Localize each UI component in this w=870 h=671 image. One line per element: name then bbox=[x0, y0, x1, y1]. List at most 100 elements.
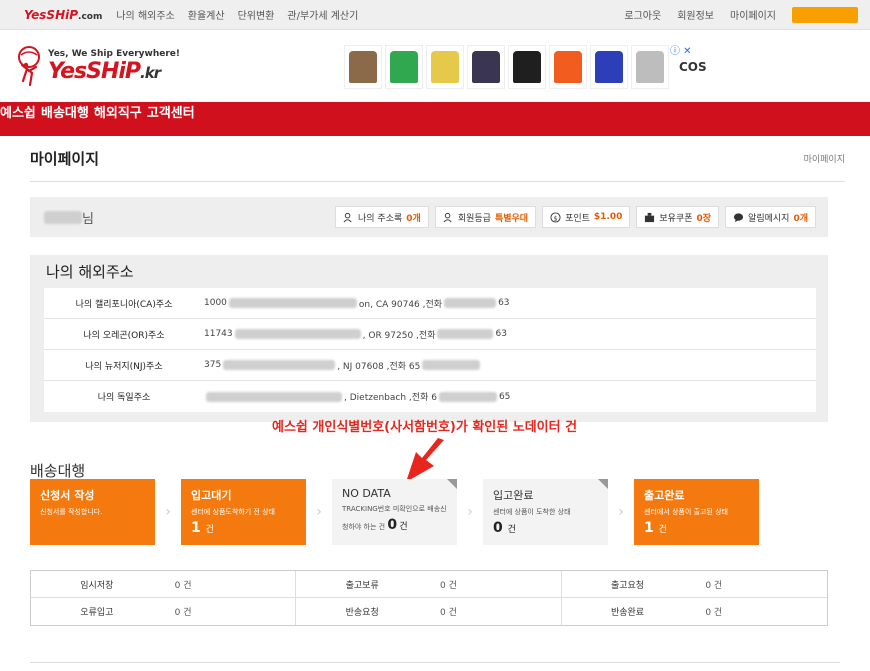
address-end: 65 bbox=[498, 391, 511, 402]
nav-item-customer-center[interactable]: 고객센터 bbox=[147, 106, 195, 121]
address-row-ca: 나의 캘리포니아(CA)주소 1000 on, CA 90746 ,전화 63 bbox=[44, 288, 816, 319]
status-value[interactable]: 0 건 bbox=[163, 571, 297, 597]
status-value[interactable]: 0 건 bbox=[693, 571, 827, 597]
step-count-unit: 건 bbox=[399, 521, 408, 532]
shirt-icon bbox=[349, 51, 377, 83]
chip-label: 알림메시지 bbox=[748, 213, 790, 224]
address-book-icon bbox=[343, 212, 352, 222]
status-value[interactable]: 0 건 bbox=[428, 571, 562, 597]
site-logo[interactable]: Yes, We Ship Everywhere! YesSHiP.kr bbox=[14, 45, 180, 87]
ad-banner[interactable]: COS ⓘ ✕ bbox=[344, 42, 707, 92]
mypage-link[interactable]: 마이페이지 bbox=[730, 7, 776, 22]
step-application[interactable]: 신청서 작성 신청서를 작성합니다. bbox=[30, 479, 155, 545]
step-waiting[interactable]: 입고대기 센터에 상품도착하기 전 상태 1 건 bbox=[181, 479, 306, 545]
ad-close-icon[interactable]: ⓘ ✕ bbox=[670, 42, 692, 57]
ad-product-item[interactable] bbox=[385, 45, 423, 89]
annotation-text: 예스쉽 개인식별번호(사서함번호)가 확인된 노데이터 건 bbox=[272, 420, 578, 435]
chip-member-grade[interactable]: 회원등급 특별우대 bbox=[434, 206, 537, 228]
header: Yes, We Ship Everywhere! YesSHiP.kr COS … bbox=[0, 30, 870, 102]
address-table: 나의 캘리포니아(CA)주소 1000 on, CA 90746 ,전화 63 … bbox=[44, 288, 816, 412]
step-count-value: 0 bbox=[493, 519, 503, 536]
shirt-icon bbox=[554, 51, 582, 83]
nav-item-direct-purchase[interactable]: 해외직구 bbox=[94, 106, 142, 121]
chip-points[interactable]: $ 포인트 $1.00 bbox=[542, 206, 631, 228]
status-label: 반송요청 bbox=[296, 598, 428, 625]
step-title: 입고대기 bbox=[191, 489, 232, 502]
ad-product-item[interactable] bbox=[590, 45, 628, 89]
globe-runner-icon bbox=[18, 46, 40, 87]
address-prefix: 11743 bbox=[204, 329, 233, 339]
shirt-icon bbox=[595, 51, 623, 83]
svg-text:$: $ bbox=[554, 214, 558, 222]
address-label: 나의 독일주소 bbox=[97, 393, 151, 403]
chip-label: 보유쿠폰 bbox=[659, 213, 693, 224]
chip-value: $1.00 bbox=[593, 212, 623, 222]
chevron-right-icon: › bbox=[316, 504, 322, 520]
address-mid: , Dietzenbach ,전화 6 bbox=[344, 393, 437, 403]
chevron-right-icon: › bbox=[618, 504, 624, 520]
redacted bbox=[223, 360, 336, 370]
nav-item-yesship[interactable]: 예스쉽 bbox=[0, 106, 36, 121]
step-desc: 센터에 상품도착하기 전 상태 bbox=[191, 508, 275, 516]
ad-product-item[interactable] bbox=[631, 45, 669, 89]
overseas-address-box: 나의 해외주소 나의 캘리포니아(CA)주소 1000 on, CA 90746… bbox=[30, 255, 828, 422]
chip-messages[interactable]: 알림메시지 0개 bbox=[725, 206, 816, 228]
topbar-promo-badge[interactable] bbox=[792, 6, 858, 23]
chip-label: 나의 주소록 bbox=[358, 213, 403, 224]
ad-product-item[interactable] bbox=[426, 45, 464, 89]
step-shipped[interactable]: 출고완료 센터에서 상품이 출고된 상태 1 건 bbox=[634, 479, 759, 545]
address-prefix: 375 bbox=[204, 360, 222, 370]
brand-mini-logo[interactable]: YesSHiP.com bbox=[24, 8, 102, 22]
address-label: 나의 오레곤(OR)주소 bbox=[83, 330, 165, 341]
shirt-icon bbox=[472, 51, 500, 83]
step-count-unit: 건 bbox=[658, 524, 667, 535]
footer-divider bbox=[30, 662, 840, 663]
nav-item-shipping[interactable]: 배송대행 bbox=[41, 106, 89, 121]
logout-link[interactable]: 로그아웃 bbox=[624, 7, 661, 22]
chip-value: 특별우대 bbox=[494, 213, 529, 224]
address-value[interactable]: 11743 , OR 97250 ,전화 63 bbox=[204, 328, 507, 341]
topbar-link-exchange-calc[interactable]: 환율계산 bbox=[188, 7, 225, 22]
redacted bbox=[206, 391, 342, 402]
chip-value: 0개 bbox=[406, 213, 421, 224]
shirt-icon bbox=[513, 51, 541, 83]
redacted bbox=[444, 298, 497, 308]
ad-product-item[interactable] bbox=[344, 45, 382, 89]
topbar-link-tax-calc[interactable]: 관/부가세 계산기 bbox=[287, 7, 358, 22]
ad-product-item[interactable] bbox=[467, 45, 505, 89]
step-count: 0 건 bbox=[493, 520, 598, 536]
redacted bbox=[234, 329, 361, 339]
address-value[interactable]: 1000 on, CA 90746 ,전화 63 bbox=[204, 297, 510, 310]
topbar-link-overseas-address[interactable]: 나의 해외주소 bbox=[116, 7, 174, 22]
shirt-icon bbox=[431, 51, 459, 83]
shipping-steps: 신청서 작성 신청서를 작성합니다. › 입고대기 센터에 상품도착하기 전 상… bbox=[30, 479, 759, 545]
point-icon: $ bbox=[550, 211, 561, 223]
breadcrumb[interactable]: 마이페이지 bbox=[804, 152, 845, 165]
ad-product-item[interactable] bbox=[549, 45, 587, 89]
chip-coupons[interactable]: 보유쿠폰 0장 bbox=[636, 206, 720, 228]
status-value[interactable]: 0 건 bbox=[428, 598, 562, 625]
address-label: 나의 뉴저지(NJ)주소 bbox=[85, 361, 163, 372]
step-received[interactable]: 입고완료 센터에 상품이 도착한 상태 0 건 bbox=[483, 479, 608, 545]
status-value[interactable]: 0 건 bbox=[693, 598, 827, 625]
status-value[interactable]: 0 건 bbox=[163, 598, 297, 625]
top-bar: YesSHiP.com 나의 해외주소 환율계산 단위변환 관/부가세 계산기 … bbox=[0, 0, 870, 30]
address-value[interactable]: 375 , NJ 07608 ,전화 65 bbox=[204, 359, 482, 372]
address-value[interactable]: , Dietzenbach ,전화 6 65 bbox=[204, 390, 510, 403]
corner-fold-icon bbox=[447, 479, 457, 489]
ad-product-item[interactable] bbox=[508, 45, 546, 89]
chip-label: 포인트 bbox=[565, 213, 590, 224]
topbar-link-unit-convert[interactable]: 단위변환 bbox=[238, 7, 275, 22]
status-label: 임시저장 bbox=[31, 571, 163, 597]
corner-fold-icon bbox=[598, 479, 608, 489]
address-row-nj: 나의 뉴저지(NJ)주소 375 , NJ 07608 ,전화 65 bbox=[44, 350, 816, 381]
chip-address-book[interactable]: 나의 주소록 0개 bbox=[335, 206, 429, 228]
redacted bbox=[228, 298, 357, 308]
step-title: NO DATA bbox=[342, 487, 391, 500]
address-end: 63 bbox=[495, 329, 507, 339]
step-no-data[interactable]: NO DATA TRACKING번호 미확인으로 배송신청하야 하는 건 0 건 bbox=[332, 479, 457, 545]
step-count: 1 건 bbox=[644, 520, 749, 536]
member-info-link[interactable]: 회원정보 bbox=[677, 7, 714, 22]
annotation-arrow-icon bbox=[406, 438, 444, 482]
ad-product-list bbox=[344, 45, 669, 89]
